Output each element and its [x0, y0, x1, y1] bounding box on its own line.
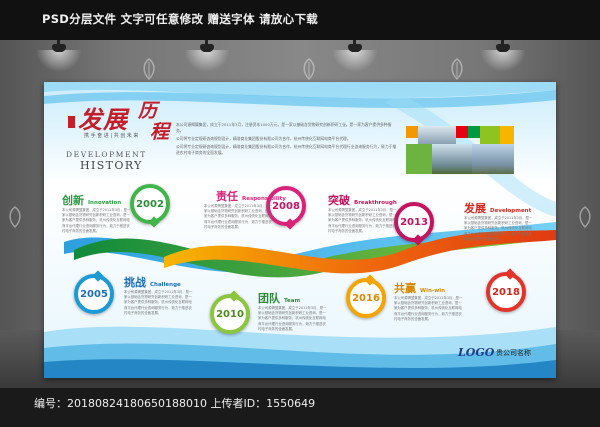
- year-badge-2002: 2002: [130, 184, 170, 228]
- spotlight-icon: [36, 40, 82, 72]
- milestone-text: 本公司源揭翼集团，成立于2011年3月，是一家以基础含货物研究创新积研工业咨询，…: [328, 208, 397, 233]
- heading-en: Development: [490, 208, 532, 214]
- year-label: 2018: [492, 286, 520, 298]
- heading-en: Challenge: [150, 282, 181, 288]
- year-badge-2016: 2016: [346, 274, 386, 318]
- city-photo: [432, 144, 472, 174]
- milestone-text: 本公司源揭翼集团，成立于2011年3月，是一家以基础含货物研究创新积研工业咨询，…: [124, 290, 193, 315]
- year-label: 2005: [80, 288, 108, 300]
- color-tile: [500, 126, 514, 144]
- heading-cn: 共赢: [394, 282, 416, 295]
- color-tile: [456, 126, 468, 138]
- promo-text: PSD分层文件 文字可任意修改 赠送字体 请放心下载: [42, 12, 319, 26]
- milestone-heading-responsibility: 责任 Responsibility: [216, 188, 286, 204]
- heading-en: Team: [284, 298, 301, 304]
- heading-en: Innovation: [88, 200, 122, 206]
- milestone-heading-challenge: 挑战 Challenge: [124, 274, 181, 290]
- milestone-text: 本公司源揭翼集团，成立于2011年3月，是一家以基础含货物研究创新积研工业咨询，…: [464, 216, 533, 241]
- year-label: 2013: [400, 216, 428, 228]
- year-badge-2018: 2018: [486, 268, 526, 312]
- color-tile: [480, 126, 500, 144]
- year-label: 2010: [216, 308, 244, 320]
- title-english-1: DEVELOPMENT: [66, 150, 147, 159]
- building-photo: [418, 126, 456, 144]
- watermark-leaf-icon: [451, 58, 463, 80]
- milestone-text: 本公司源揭翼集团，成立于2011年3月，是一家以基础含货物研究创新积研工业咨询，…: [62, 208, 131, 233]
- title-english-2: HISTORY: [80, 159, 143, 172]
- heading-cn: 发展: [464, 202, 486, 215]
- milestone-heading-win-win: 共赢 Win-win: [394, 280, 445, 296]
- heading-cn: 责任: [216, 190, 238, 203]
- watermark-leaf-icon: [143, 58, 155, 80]
- page-title: 发展 历 程: [78, 100, 169, 143]
- year-badge-2005: 2005: [74, 270, 114, 314]
- milestone-text: 本公司源揭翼集团，成立于2011年3月，是一家以基础含货物研究创新积研工业咨询，…: [204, 204, 273, 229]
- year-badge-2013: 2013: [394, 202, 434, 246]
- heading-cn: 创新: [62, 194, 84, 207]
- spotlight-icon: [184, 40, 230, 72]
- heading-cn: 挑战: [124, 276, 146, 289]
- top-banner: PSD分层文件 文字可任意修改 赠送字体 请放心下载: [0, 0, 600, 40]
- heading-cn: 团队: [258, 292, 280, 305]
- intro-paragraph: 公司将专业定规研咨询规划设计，精准商业集团股份有限公司为合作，杭州传统化互联网电…: [176, 144, 397, 155]
- milestone-heading-innovation: 创新 Innovation: [62, 192, 121, 208]
- color-tile: [468, 126, 480, 138]
- year-label: 2002: [136, 198, 164, 210]
- heading-en: Win-win: [420, 288, 446, 294]
- photo-collage: [406, 126, 514, 174]
- intro-paragraph: 本公司源揭翼集团，成立于2011年3月，注册资本1000万元，是一家以基础含货物…: [176, 122, 392, 133]
- title-mark: [68, 116, 75, 128]
- milestone-text: 本公司源揭翼集团，成立于2011年3月，是一家以基础含货物研究创新积研工业咨询，…: [394, 296, 463, 321]
- title-main: 发展: [78, 105, 128, 134]
- color-tile: [406, 144, 432, 174]
- title-slogan: 携 手 奋 进 | 共 创 未 来: [84, 133, 139, 139]
- watermark-leaf-icon: [303, 58, 315, 80]
- company-logo: LOGO: [458, 346, 495, 359]
- history-display-board: 发展 历 程 携 手 奋 进 | 共 创 未 来 DEVELOPMENT HIS…: [44, 82, 556, 378]
- year-badge-2010: 2010: [210, 290, 250, 334]
- heading-cn: 突破: [328, 194, 350, 207]
- intro-paragraph: 公司将专业定规研咨询规划设计，精准商业集团股份有限公司为合作，杭州传统化互联网电…: [176, 136, 351, 141]
- watermark-leaf-icon: [9, 206, 21, 228]
- file-info: 编号：20180824180650188010 上传者ID：1550649: [34, 397, 316, 410]
- intro-text: 本公司源揭翼集团，成立于2011年3月，注册资本1000万元，是一家以基础含货物…: [176, 122, 398, 158]
- spotlight-icon: [332, 40, 378, 72]
- color-tile: [406, 126, 418, 138]
- company-name: 贵公司名称: [496, 349, 531, 357]
- heading-en: Breakthrough: [354, 200, 397, 206]
- watermark-leaf-icon: [579, 206, 591, 228]
- spotlight-icon: [480, 40, 526, 72]
- milestone-heading-development: 发展 Development: [464, 200, 531, 216]
- milestone-text: 本公司源揭翼集团，成立于2011年3月，是一家以基础含货物研究创新积研工业咨询，…: [258, 306, 327, 331]
- year-label: 2016: [352, 292, 380, 304]
- heading-en: Responsibility: [242, 196, 286, 202]
- milestone-heading-breakthrough: 突破 Breakthrough: [328, 192, 397, 208]
- skyline-photo: [472, 144, 514, 174]
- title-accent-2: 程: [150, 121, 171, 143]
- footer-bar: 编号：20180824180650188010 上传者ID：1550649: [0, 388, 600, 427]
- milestone-heading-team: 团队 Team: [258, 290, 300, 306]
